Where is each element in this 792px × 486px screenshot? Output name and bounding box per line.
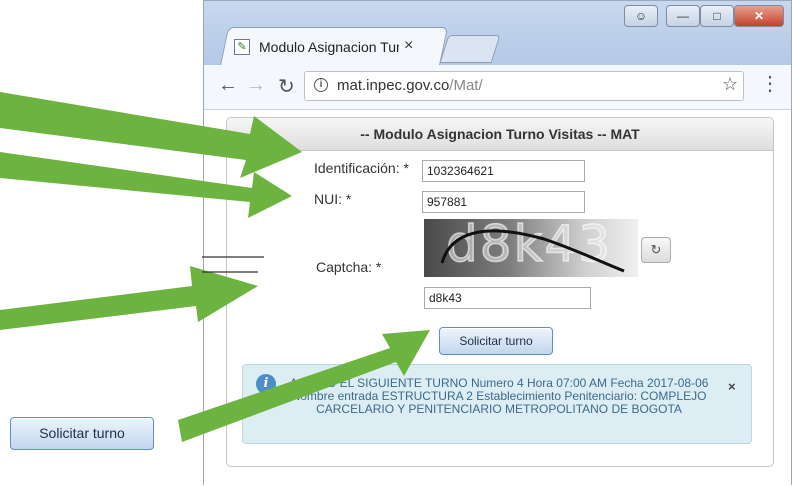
solicitar-turno-button-zoomed[interactable]: Solicitar turno — [10, 417, 154, 450]
captcha-input[interactable]: d8k43 — [424, 287, 591, 309]
solicitar-turno-button[interactable]: Solicitar turno — [439, 327, 553, 355]
user-icon: ☺ — [634, 9, 648, 23]
reload-icon[interactable]: ↻ — [278, 74, 295, 99]
star-icon[interactable]: ☆ — [722, 74, 738, 95]
nui-input[interactable]: 957881 — [422, 191, 585, 213]
alert-message: ASIGNO EL SIGUIENTE TURNO Numero 4 Hora … — [289, 376, 709, 416]
nui-label: NUI: * — [314, 191, 352, 207]
maximize-button[interactable]: □ — [700, 5, 734, 27]
forward-arrow-icon[interactable]: → — [246, 74, 266, 97]
identificacion-input[interactable]: 1032364621 — [422, 160, 585, 182]
refresh-icon: ↻ — [650, 242, 662, 257]
tab-close-icon[interactable]: × — [404, 37, 413, 55]
form-header: -- Modulo Asignacion Turno Visitas -- MA… — [227, 118, 773, 151]
captcha-label: Captcha: * — [316, 259, 382, 275]
close-window-button[interactable]: ✕ — [734, 5, 784, 27]
url-path: /Mat/ — [449, 77, 483, 94]
maximize-icon: □ — [713, 9, 721, 23]
info-icon[interactable]: i — [314, 78, 328, 92]
captcha-refresh-button[interactable]: ↻ — [641, 237, 671, 263]
back-arrow-icon[interactable]: ← — [218, 74, 238, 97]
alert-close-icon[interactable]: × — [728, 379, 736, 394]
captcha-image: d8k43 — [424, 219, 638, 277]
identificacion-label: Identificación: * — [314, 160, 409, 176]
minimize-button[interactable]: — — [666, 5, 700, 27]
close-icon: ✕ — [753, 9, 765, 23]
url-host: mat.inpec.gov.co — [337, 77, 450, 94]
url-text[interactable]: mat.inpec.gov.co/Mat/ — [337, 77, 483, 94]
kebab-menu-icon[interactable]: ⋮ — [760, 71, 780, 96]
info-circle-icon: i — [256, 374, 276, 394]
tab-title: Modulo Asignacion Turn — [259, 39, 399, 55]
minimize-icon: — — [677, 9, 689, 23]
browser-window: ✎ Modulo Asignacion Turn × ☺ — □ ✕ ← → ↻… — [203, 0, 792, 486]
captcha-noise-line — [440, 229, 625, 273]
new-tab-button[interactable] — [439, 35, 501, 63]
user-profile-button[interactable]: ☺ — [624, 5, 658, 27]
tab-favicon-icon: ✎ — [234, 39, 250, 55]
